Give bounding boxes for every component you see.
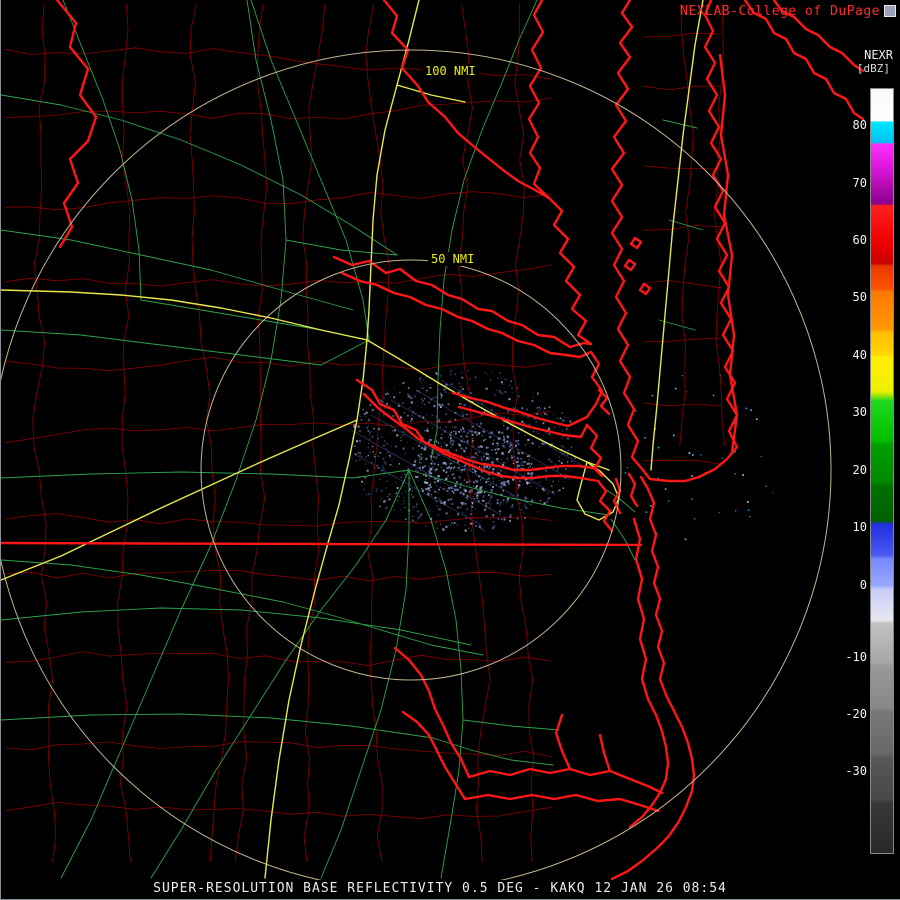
- credit-text: NEXLAB-College of DuPage: [680, 4, 880, 19]
- colorbar-tick-0: 0: [859, 578, 867, 592]
- colorbar-tick--30: -30: [845, 764, 867, 778]
- colorbar-tick-40: 40: [852, 348, 867, 362]
- colorbar-tick-50: 50: [852, 290, 867, 304]
- colorbar-tick--10: -10: [845, 650, 867, 664]
- echo-layer: [348, 369, 774, 541]
- colorbar-tick-10: 10: [852, 520, 867, 534]
- corner-icon: [884, 5, 896, 17]
- colorbar-gradient: [870, 88, 894, 854]
- colorbar-tick-20: 20: [852, 463, 867, 477]
- colorbar-title: NEXR: [864, 48, 893, 62]
- colorbar-units: [dBZ]: [856, 62, 890, 75]
- product-caption: SUPER-RESOLUTION BASE REFLECTIVITY 0.5 D…: [153, 881, 727, 896]
- colorbar-tick--20: -20: [845, 707, 867, 721]
- range-ring-label: 50 NMI: [431, 252, 474, 266]
- range-ring-label: 100 NMI: [425, 64, 476, 78]
- colorbar-tick-60: 60: [852, 233, 867, 247]
- colorbar-tick-80: 80: [852, 118, 867, 132]
- colorbar-tick-30: 30: [852, 405, 867, 419]
- radar-viewer: 50 NMI 100 NMI NEXLAB-College of DuPage N…: [0, 0, 900, 900]
- radar-map: 50 NMI 100 NMI: [1, 0, 865, 880]
- coast-boundaries-layer: [1, 0, 865, 880]
- colorbar-tick-70: 70: [852, 176, 867, 190]
